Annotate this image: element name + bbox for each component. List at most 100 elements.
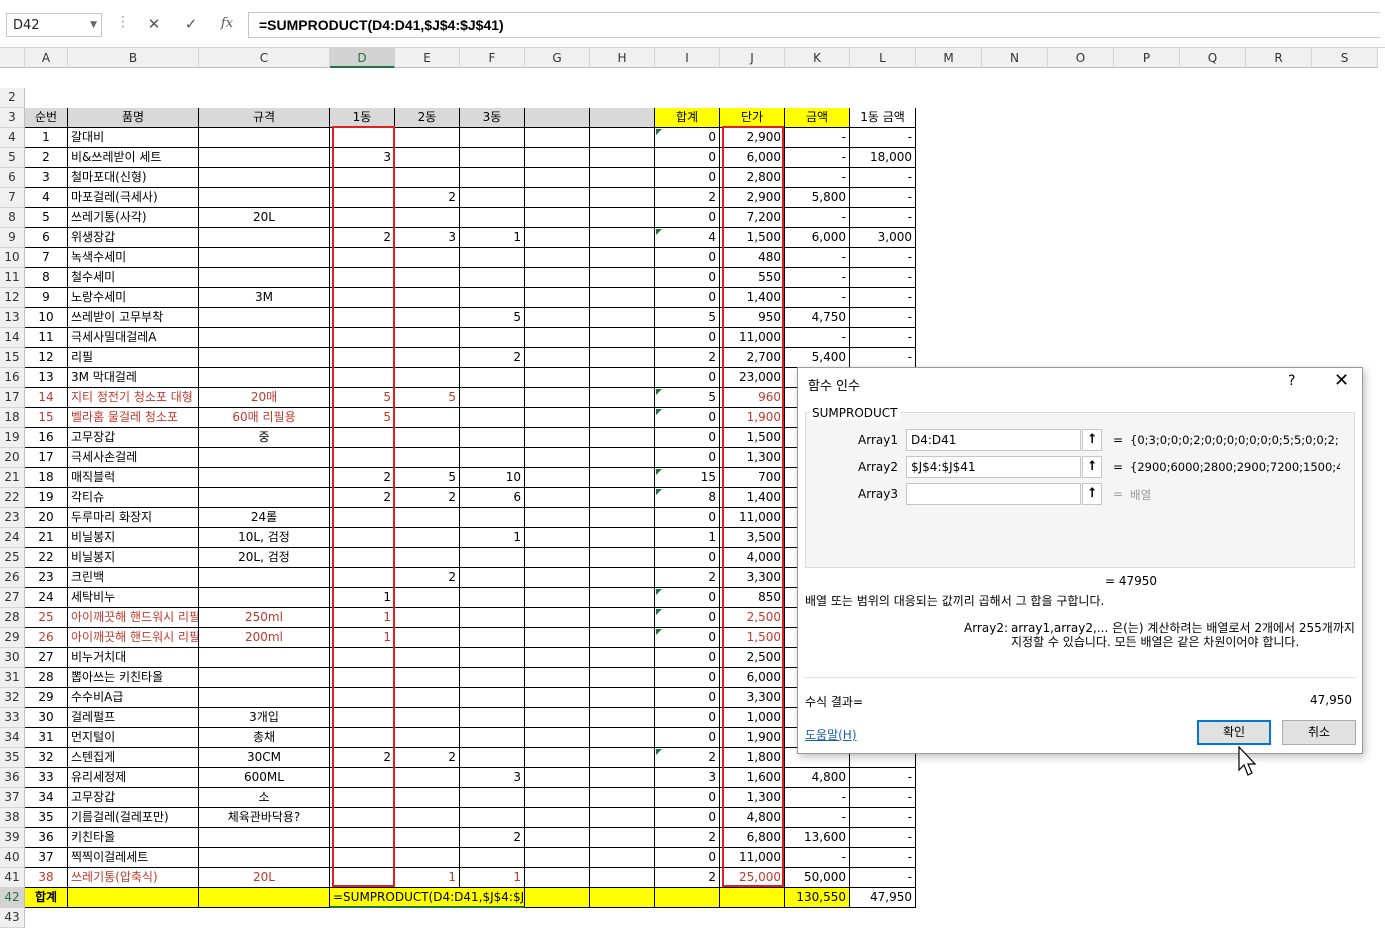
table-cell-spec[interactable]: 총채 (199, 728, 330, 748)
table-cell-total[interactable]: 0 (655, 288, 720, 308)
table-cell-item[interactable]: 철마포대(신형) (68, 168, 199, 188)
table-cell-amount1[interactable]: - (850, 788, 916, 808)
table-cell-number[interactable]: 34 (25, 788, 68, 808)
table-cell[interactable] (590, 868, 655, 888)
table-cell-spec[interactable]: 중 (199, 428, 330, 448)
table-cell-spec[interactable] (199, 368, 330, 388)
table-cell-item[interactable]: 고무장갑 (68, 788, 199, 808)
column-header-m[interactable]: M (916, 48, 982, 68)
table-cell-spec[interactable]: 20L (199, 208, 330, 228)
table-cell-qty1[interactable] (330, 368, 395, 388)
table-cell[interactable] (525, 828, 590, 848)
table-cell[interactable] (590, 508, 655, 528)
table-cell-number[interactable]: 7 (25, 248, 68, 268)
row-header[interactable]: 12 (0, 288, 25, 308)
row-header[interactable]: 3 (0, 108, 25, 128)
table-cell-qty2[interactable] (395, 368, 460, 388)
table-cell-item[interactable]: 리필 (68, 348, 199, 368)
table-cell-price[interactable]: 6,800 (720, 828, 785, 848)
row-header[interactable]: 22 (0, 488, 25, 508)
table-cell-item[interactable]: 각티슈 (68, 488, 199, 508)
column-header-n[interactable]: N (982, 48, 1048, 68)
table-cell-qty1[interactable] (330, 168, 395, 188)
table-cell-total[interactable]: 0 (655, 728, 720, 748)
table-cell-total[interactable]: 0 (655, 148, 720, 168)
table-cell-spec[interactable]: 600ML (199, 768, 330, 788)
table-cell[interactable] (525, 588, 590, 608)
table-cell-item[interactable]: 비닐봉지 (68, 528, 199, 548)
table-cell[interactable] (525, 668, 590, 688)
table-cell-number[interactable]: 33 (25, 768, 68, 788)
table-cell-item[interactable]: 유리세정제 (68, 768, 199, 788)
table-cell-number[interactable]: 21 (25, 528, 68, 548)
table-cell[interactable] (590, 688, 655, 708)
table-cell-number[interactable]: 13 (25, 368, 68, 388)
table-cell-amount1[interactable]: - (850, 308, 916, 328)
table-cell[interactable] (590, 808, 655, 828)
table-cell-spec[interactable]: 24롤 (199, 508, 330, 528)
table-cell[interactable] (590, 228, 655, 248)
row-header[interactable]: 37 (0, 788, 25, 808)
row-header[interactable]: 29 (0, 628, 25, 648)
table-cell-item[interactable]: 크린백 (68, 568, 199, 588)
table-cell-price[interactable]: 1,500 (720, 228, 785, 248)
table-cell[interactable] (525, 328, 590, 348)
table-cell-number[interactable]: 24 (25, 588, 68, 608)
table-cell-qty3[interactable] (460, 448, 525, 468)
table-cell-qty2[interactable] (395, 288, 460, 308)
table-cell-item[interactable]: 쓰레받이 고무부착 (68, 308, 199, 328)
table-cell-total[interactable]: 2 (655, 188, 720, 208)
table-cell[interactable] (525, 688, 590, 708)
table-cell[interactable] (525, 208, 590, 228)
active-cell[interactable]: =SUMPRODUCT(D4:D41,$J$4:$J$41) (330, 888, 552, 908)
table-cell[interactable] (525, 648, 590, 668)
row-header[interactable]: 8 (0, 208, 25, 228)
table-cell-amount[interactable]: - (785, 848, 850, 868)
table-cell-total[interactable]: 0 (655, 848, 720, 868)
table-cell-qty1[interactable] (330, 428, 395, 448)
table-cell[interactable] (590, 528, 655, 548)
table-cell-item[interactable]: 아이깨끗해 핸드워시 리필 (68, 628, 199, 648)
table-cell-qty2[interactable] (395, 848, 460, 868)
table-cell-price[interactable]: 960 (720, 388, 785, 408)
table-cell-price[interactable]: 480 (720, 248, 785, 268)
table-cell-qty2[interactable] (395, 208, 460, 228)
row-header[interactable]: 4 (0, 128, 25, 148)
table-cell[interactable] (590, 608, 655, 628)
table-cell-amount[interactable]: - (785, 788, 850, 808)
table-cell-qty3[interactable] (460, 608, 525, 628)
row-header[interactable]: 20 (0, 448, 25, 468)
table-cell[interactable] (525, 768, 590, 788)
row-header[interactable]: 28 (0, 608, 25, 628)
header-cell[interactable]: 1동 금액 (850, 108, 916, 128)
table-cell-amount[interactable]: 5,800 (785, 188, 850, 208)
table-cell-qty1[interactable]: 2 (330, 748, 395, 768)
table-cell-qty3[interactable] (460, 808, 525, 828)
table-cell-number[interactable]: 31 (25, 728, 68, 748)
table-cell-qty1[interactable] (330, 328, 395, 348)
table-cell-spec[interactable] (199, 148, 330, 168)
table-cell[interactable] (525, 268, 590, 288)
table-cell-amount1[interactable]: - (850, 868, 916, 888)
table-cell-qty1[interactable] (330, 848, 395, 868)
table-cell-price[interactable]: 3,500 (720, 528, 785, 548)
table-cell-amount[interactable]: 4,750 (785, 308, 850, 328)
table-cell[interactable] (590, 188, 655, 208)
table-cell[interactable] (590, 568, 655, 588)
table-cell-qty1[interactable]: 2 (330, 228, 395, 248)
table-cell[interactable] (525, 428, 590, 448)
table-cell-spec[interactable] (199, 228, 330, 248)
table-cell-qty2[interactable] (395, 128, 460, 148)
table-cell-qty3[interactable]: 5 (460, 308, 525, 328)
table-cell-qty3[interactable]: 1 (460, 868, 525, 888)
cancel-button[interactable]: 취소 (1282, 720, 1356, 745)
table-cell-amount1[interactable]: - (850, 268, 916, 288)
table-cell-price[interactable]: 1,400 (720, 288, 785, 308)
table-cell-price[interactable]: 1,300 (720, 448, 785, 468)
table-cell-qty1[interactable]: 3 (330, 148, 395, 168)
table-cell-qty3[interactable] (460, 628, 525, 648)
column-header-r[interactable]: R (1246, 48, 1312, 68)
table-cell[interactable] (525, 568, 590, 588)
table-cell-spec[interactable]: 10L, 검정 (199, 528, 330, 548)
table-cell-qty2[interactable] (395, 768, 460, 788)
